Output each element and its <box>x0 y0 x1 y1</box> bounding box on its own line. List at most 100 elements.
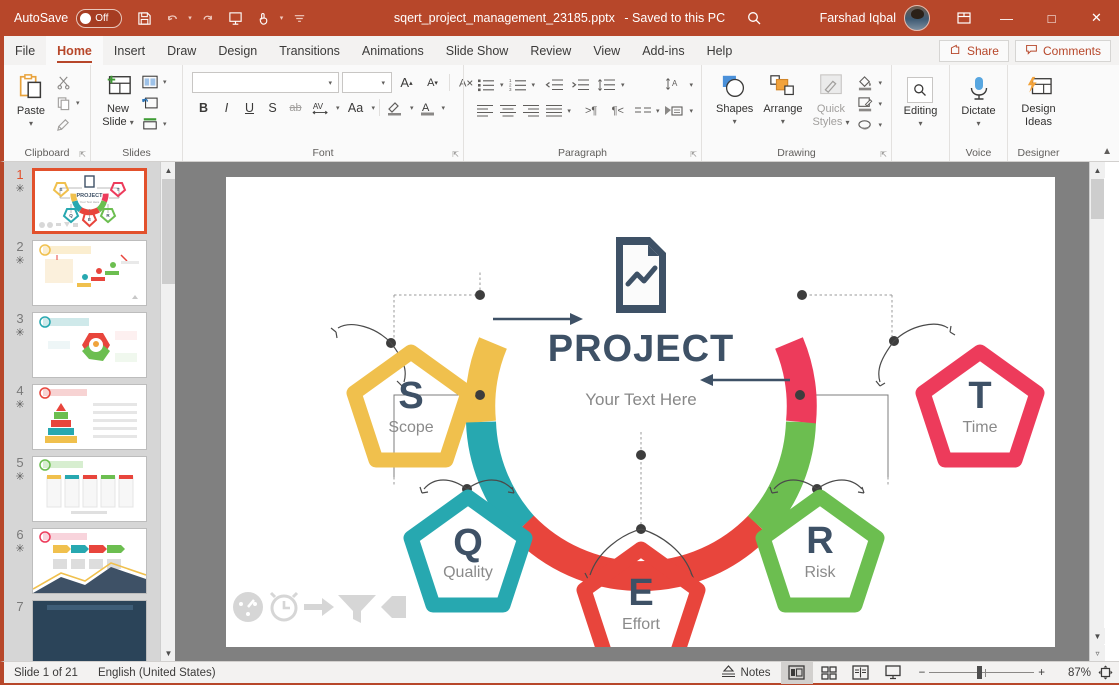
font-dialog-launcher[interactable]: ⇱ <box>452 150 459 159</box>
underline-button[interactable]: U <box>238 97 261 118</box>
thumbnail-item-1[interactable]: 1 ✳ PROJECT Your Text Here <box>4 162 175 234</box>
slide-scrollbar[interactable]: ▲ ▼ ▿ <box>1089 162 1104 661</box>
font-color-caret-icon[interactable]: ▾ <box>440 104 448 112</box>
normal-view-icon[interactable] <box>781 662 813 684</box>
collapse-ribbon-icon[interactable]: ▲ <box>1102 146 1112 157</box>
editing-button[interactable]: Editing ▾ <box>899 75 943 130</box>
shapes-button[interactable]: Shapes ▾ <box>711 71 758 128</box>
decrease-list-level-icon[interactable]: >¶ <box>578 100 605 121</box>
text-shadow-button[interactable]: S <box>261 97 284 118</box>
slideshow-icon[interactable] <box>877 662 909 684</box>
convert-to-smartart-icon[interactable] <box>661 100 687 121</box>
increase-indent-icon[interactable] <box>567 74 593 95</box>
zoom-in-button[interactable]: + <box>1034 662 1051 684</box>
customize-quick-access-icon[interactable] <box>285 4 313 32</box>
section-icon[interactable] <box>139 114 161 134</box>
comments-button[interactable]: Comments <box>1015 40 1111 62</box>
justify-icon[interactable] <box>542 100 565 121</box>
thumbnail-item-5[interactable]: 5 ✳ <box>4 450 175 522</box>
undo-icon[interactable] <box>158 4 186 32</box>
shape-outline-caret-icon[interactable]: ▾ <box>876 100 884 108</box>
thumbnail-slide-6[interactable] <box>32 528 147 594</box>
paste-caret-icon[interactable]: ▾ <box>29 119 33 128</box>
tab-view[interactable]: View <box>582 36 631 65</box>
character-spacing-button[interactable]: AV <box>307 97 334 118</box>
decrease-font-size-button[interactable]: A▾ <box>421 72 444 93</box>
dictate-button[interactable]: Dictate ▾ <box>956 73 1000 130</box>
case-caret-icon[interactable]: ▾ <box>370 104 378 112</box>
strikethrough-button[interactable]: ab <box>284 97 307 118</box>
shapes-caret-icon[interactable]: ▾ <box>733 117 737 126</box>
line-spacing-caret-icon[interactable]: ▾ <box>619 81 627 89</box>
shape-effects-icon[interactable] <box>854 115 876 135</box>
align-center-icon[interactable] <box>497 100 520 121</box>
shape-fill-caret-icon[interactable]: ▾ <box>876 79 884 87</box>
shape-effects-caret-icon[interactable]: ▾ <box>876 121 884 129</box>
thumbnail-item-4[interactable]: 4 ✳ <box>4 378 175 450</box>
tab-transitions[interactable]: Transitions <box>268 36 351 65</box>
zoom-slider[interactable] <box>929 662 1034 684</box>
slide-thumbnail-pane[interactable]: 1 ✳ PROJECT Your Text Here <box>0 162 175 661</box>
thumbnail-slide-1[interactable]: PROJECT Your Text Here S T Q E <box>32 168 147 234</box>
bullets-caret-icon[interactable]: ▾ <box>498 81 506 89</box>
editing-caret-icon[interactable]: ▾ <box>918 119 922 128</box>
tab-file[interactable]: File <box>4 36 46 65</box>
copy-caret-icon[interactable]: ▾ <box>74 99 82 107</box>
autosave-toggle[interactable]: Off <box>76 9 122 28</box>
share-button[interactable]: Share <box>939 40 1009 62</box>
smartart-caret-icon[interactable]: ▾ <box>687 107 695 115</box>
thumbnail-slide-5[interactable] <box>32 456 147 522</box>
undo-caret-icon[interactable]: ▾ <box>186 14 194 22</box>
bold-button[interactable]: B <box>192 97 215 118</box>
spacing-caret-icon[interactable]: ▾ <box>334 104 342 112</box>
thumbnail-scroll-thumb[interactable] <box>162 179 175 284</box>
redo-icon[interactable] <box>194 4 222 32</box>
design-ideas-button[interactable]: DesignIdeas <box>1016 73 1060 130</box>
tab-add-ins[interactable]: Add-ins <box>631 36 695 65</box>
copy-icon[interactable] <box>52 93 74 113</box>
new-slide-button[interactable]: NewSlide ▾ <box>97 71 139 130</box>
numbering-caret-icon[interactable]: ▾ <box>530 81 538 89</box>
thumbnail-scroll-up-icon[interactable]: ▲ <box>161 162 175 178</box>
search-icon[interactable] <box>740 4 768 32</box>
quick-styles-button[interactable]: QuickStyles ▾ <box>807 71 854 130</box>
slide-number-status[interactable]: Slide 1 of 21 <box>4 662 88 684</box>
zoom-out-button[interactable]: − <box>909 662 930 684</box>
next-slide-icon[interactable]: ▿ <box>1090 645 1105 661</box>
language-status[interactable]: English (United States) <box>88 662 226 684</box>
paste-button[interactable]: Paste ▾ <box>10 71 52 130</box>
save-icon[interactable] <box>130 4 158 32</box>
tab-draw[interactable]: Draw <box>156 36 207 65</box>
tab-design[interactable]: Design <box>207 36 268 65</box>
font-color-button[interactable]: A <box>416 97 440 118</box>
start-presentation-icon[interactable] <box>222 4 250 32</box>
tab-animations[interactable]: Animations <box>351 36 435 65</box>
font-size-caret-icon[interactable]: ▾ <box>379 79 387 87</box>
shape-fill-icon[interactable] <box>854 73 876 93</box>
reset-slide-icon[interactable] <box>139 93 161 113</box>
zoom-level[interactable]: 87% <box>1051 667 1091 679</box>
slide-scroll-thumb[interactable] <box>1091 179 1104 219</box>
maximize-button[interactable]: □ <box>1029 0 1074 36</box>
slide-layout-icon[interactable] <box>139 72 161 92</box>
font-size-input[interactable]: ▾ <box>342 72 392 93</box>
thumbnail-slide-3[interactable] <box>32 312 147 378</box>
text-highlight-icon[interactable] <box>382 97 408 118</box>
close-button[interactable]: ✕ <box>1074 0 1119 36</box>
numbering-icon[interactable]: 123 <box>506 74 530 95</box>
dictate-caret-icon[interactable]: ▾ <box>976 119 980 128</box>
align-right-icon[interactable] <box>520 100 543 121</box>
columns-caret-icon[interactable]: ▾ <box>654 107 662 115</box>
thumbnail-slide-2[interactable] <box>32 240 147 306</box>
current-slide[interactable]: PROJECT Your Text Here S Scope T Time Q … <box>226 177 1055 647</box>
decrease-indent-icon[interactable] <box>541 74 567 95</box>
tab-review[interactable]: Review <box>519 36 582 65</box>
thumbnail-slide-7[interactable] <box>32 600 147 661</box>
align-left-icon[interactable] <box>474 100 497 121</box>
font-name-caret-icon[interactable]: ▾ <box>326 79 334 87</box>
tab-insert[interactable]: Insert <box>103 36 156 65</box>
thumbnail-item-2[interactable]: 2 ✳ <box>4 234 175 306</box>
tab-home[interactable]: Home <box>46 36 103 65</box>
layout-caret-icon[interactable]: ▾ <box>161 78 169 86</box>
paragraph-dialog-launcher[interactable]: ⇱ <box>690 150 697 159</box>
